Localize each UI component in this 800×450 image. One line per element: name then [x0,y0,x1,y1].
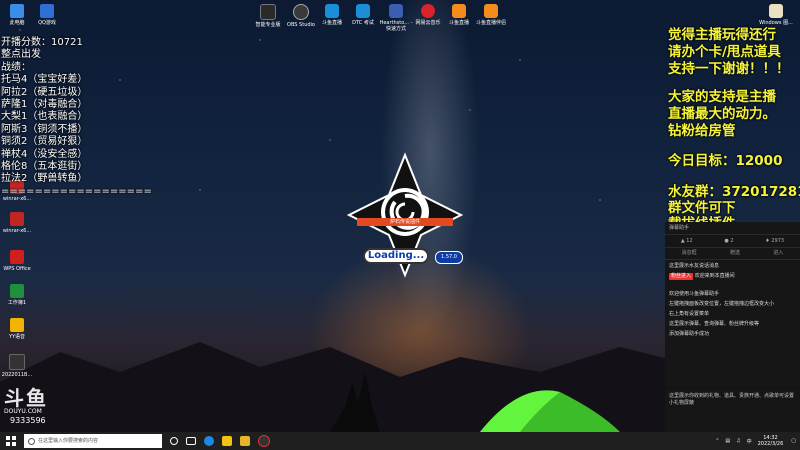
netease-music-icon [421,4,435,18]
list-item: 这里展示水友说话消息 [669,263,720,269]
gift-panel: 这里展示你收到的礼物、道具、贵族开通、点歌单可设置小礼物屏蔽 [665,389,800,432]
overlay-line: 禅杖4（没安全感） [1,148,88,160]
overlay-line: 托马4（宝宝好差） [1,74,88,86]
douyu-icon [325,4,339,18]
stat-likes: ▲ 12 [680,238,693,244]
list-item: 右上角有设置菜单 [669,311,710,317]
desktop-icon-qq-games[interactable]: QQ游戏 [30,4,64,26]
stat-users: ● 2 [724,238,734,244]
daily-goal: 今日目标：12000 [668,153,783,169]
douyu-logo: 斗鱼 [4,386,48,410]
desktop-icon-winrar-2[interactable]: winrar-x6... [0,212,34,234]
system-tag: 粉丝进入 [669,273,694,280]
overlay-divider: ================== [1,185,152,197]
app-icon [260,4,276,20]
tab-messages[interactable]: 消息框 [682,248,697,259]
list-item: 欢迎使用斗鱼弹幕助手 [669,291,720,297]
overlay-line: 整点出发 [1,49,41,61]
clock-date: 2022/3/26 [757,441,784,447]
overlay-line: 开播分数：10721 [1,37,83,48]
douyu-companion-icon [484,4,498,18]
top-icon-hearthstone[interactable]: Hearthsto... - 快速方式 [378,4,414,32]
network-icon[interactable]: ▤ [725,438,730,444]
qq-games-icon [40,4,54,18]
computer-icon [10,4,24,18]
panel-title: 弹幕助手 [665,222,800,235]
edge-icon[interactable] [204,436,214,446]
hearthstone-icon [389,4,403,18]
list-item: 这里展示弹幕、查询弹幕、粉丝牌升级等 [669,321,760,327]
loading-version-badge: 1.57.0 [435,251,463,264]
overlay-line: 阿拉2（硬五垃圾） [1,86,88,98]
winrar-icon [10,212,24,226]
overlay-line: 大梨1（也表融合） [1,111,88,123]
list-item: 添加弹幕助手成功 [669,331,710,337]
panel-tabs: 消息框 赠送 进入 [665,248,800,260]
cortana-icon[interactable] [170,437,178,445]
stat-heat: ♦ 2973 [765,238,785,244]
top-icon-dtc[interactable]: DTC 考试 [345,4,381,26]
file-icon [9,354,25,370]
clock[interactable]: 14:32 2022/3/26 [758,435,784,447]
desktop-icon-yy[interactable]: YY语音 [0,318,34,340]
notification-icon[interactable]: ▢ [791,438,796,444]
taskbar: 在这里输入你要搜索的内容 ⌃ ▤ ♫ 中 14:32 2022/3/26 ▢ [0,432,800,450]
loading-label: Loading... [363,248,429,264]
gift-panel-hint: 这里展示你收到的礼物、道具、贵族开通、点歌单可设置小礼物屏蔽 [669,393,795,406]
danmaku-assistant-panel[interactable]: 弹幕助手 ▲ 12 ● 2 ♦ 2973 消息框 赠送 进入 这里展示水友说话消… [665,222,800,388]
wps-icon [10,250,24,264]
obs-icon [293,4,309,20]
chevron-up-icon[interactable]: ⌃ [715,438,719,444]
list-item: 左键拖拽面板改变位置，左键拖拽边框改变大小 [669,301,775,307]
room-id: 9333596 [10,416,46,425]
douyu-watermark: 斗鱼 DOUYU.COM 9333596 [4,388,48,426]
top-icon-pro[interactable]: 智能专业版 [250,4,286,28]
overlay-line: 阿斯3（铜须不播） [1,123,88,135]
hearthstone-taskbar-icon[interactable] [240,436,250,446]
overlay-line: 铜须2（贸易好狠） [1,136,88,148]
top-icon-douyu-companion[interactable]: 斗鱼直播伴侣 [473,4,509,26]
notice-line: 支持一下谢谢！！！ [668,61,790,77]
ime-indicator[interactable]: 中 [747,438,752,445]
overlay-line: 格伦8（五本逛街） [1,161,88,173]
list-item: 粉丝进入 欢迎来到本直播间 [669,273,735,280]
start-button[interactable] [6,436,16,446]
tab-gifts[interactable]: 赠送 [730,248,740,259]
top-icon-douyu-2[interactable]: 斗鱼直播 [441,4,477,26]
search-box[interactable]: 在这里输入你要搜索的内容 [24,434,162,448]
dtc-icon [356,4,370,18]
yy-icon [10,318,24,332]
panel-stats: ▲ 12 ● 2 ♦ 2973 [665,235,800,248]
notice-line: 钻粉给房管 [668,123,736,139]
desktop-icon-workbook[interactable]: 工作簿1 [0,284,34,306]
douyu-icon [452,4,466,18]
desktop: 此电脑 QQ游戏 winrar-x6... winrar-x6... WPS O… [0,0,800,432]
folder-icon [769,4,783,18]
volume-icon[interactable]: ♫ [736,438,740,444]
loading-banner-text: 炉石传说插件 [389,219,420,225]
desktop-icon-file[interactable]: 2022011B... [0,354,34,378]
search-icon [28,438,35,445]
task-view-icon[interactable] [186,437,196,445]
plugin-loading-splash: 炉石传说插件 Loading... 1.57.0 [335,150,475,280]
desktop-icon-this-pc[interactable]: 此电脑 [0,4,34,26]
system-tray: ⌃ ▤ ♫ 中 14:32 2022/3/26 ▢ [715,435,800,447]
panel-messages: 这里展示水友说话消息 粉丝进入 欢迎来到本直播间 欢迎使用斗鱼弹幕助手 左键拖拽… [665,260,800,344]
obs-taskbar-icon[interactable] [258,435,270,447]
desktop-icon-wps[interactable]: WPS Office [0,250,34,272]
overlay-line: 战绩： [1,61,31,73]
stream-stats-overlay: 开播分数：10721 整点出发 战绩： 托马4（宝宝好差） 阿拉2（硬五垃圾） … [1,37,152,198]
file-explorer-icon[interactable] [222,436,232,446]
overlay-line: 萨隆1（对毒融合） [1,99,88,111]
excel-icon [10,284,24,298]
overlay-line: 拉法2（野兽转鱼） [1,173,88,185]
tab-entries[interactable]: 进入 [773,248,783,259]
